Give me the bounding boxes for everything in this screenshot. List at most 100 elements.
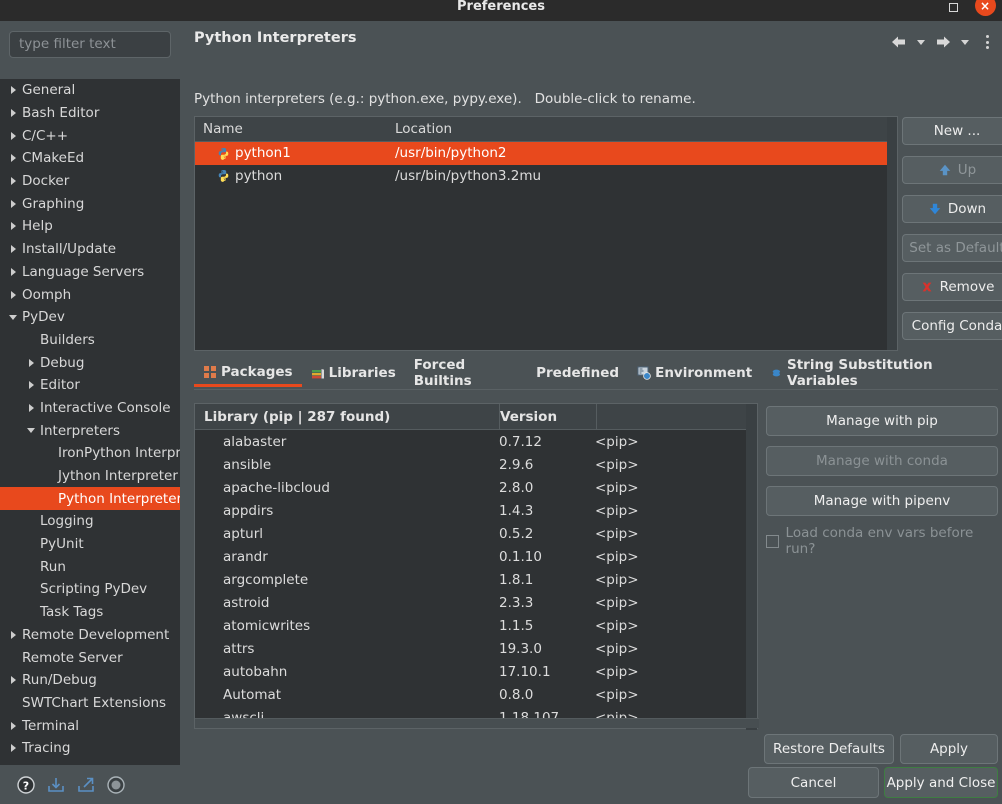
chevron-right-icon[interactable] [6,267,20,276]
chevron-right-icon[interactable] [6,721,20,730]
sidebar-item-run[interactable]: Run [0,555,180,578]
search-input[interactable]: type filter text [9,31,171,58]
chevron-right-icon[interactable] [6,177,20,186]
tab-string-substitution-variables[interactable]: String Substitution Variables [761,357,998,389]
tab-environment[interactable]: Environment [628,359,761,387]
load-conda-env-vars-checkbox[interactable] [766,534,779,548]
sidebar-item-remote-development[interactable]: Remote Development [0,624,180,647]
chevron-right-icon[interactable] [24,403,38,412]
sidebar-item-c-c-[interactable]: C/C++ [0,124,180,147]
sidebar-item-editor[interactable]: Editor [0,374,180,397]
new-button[interactable]: New ... [902,117,1002,145]
sidebar-item-tracing[interactable]: Tracing [0,737,180,760]
sidebar-item-graphing[interactable]: Graphing [0,192,180,215]
sidebar-item-bash-editor[interactable]: Bash Editor [0,102,180,125]
sidebar-item-language-servers[interactable]: Language Servers [0,261,180,284]
chevron-right-icon[interactable] [6,109,20,118]
sidebar-item-terminal[interactable]: Terminal [0,714,180,737]
sidebar-item-cmakeed[interactable]: CMakeEd [0,147,180,170]
chevron-down-icon[interactable] [6,314,20,320]
package-row[interactable]: atomicwrites 1.1.5 <pip> [195,614,748,637]
column-header-name[interactable]: Name [195,121,395,137]
package-row[interactable]: apturl 0.5.2 <pip> [195,522,748,545]
sidebar-item-ironpython-interpreter[interactable]: IronPython Interpreter [0,442,180,465]
package-row[interactable]: ansible 2.9.6 <pip> [195,453,748,476]
forward-button[interactable] [933,31,953,53]
package-source: <pip> [595,479,639,496]
sidebar-item-interactive-console[interactable]: Interactive Console [0,397,180,420]
package-row[interactable]: attrs 19.3.0 <pip> [195,637,748,660]
remove-button[interactable]: Remove [902,273,1002,301]
sidebar-item-builders[interactable]: Builders [0,329,180,352]
sidebar-item-general[interactable]: General [0,79,180,102]
sidebar-item-scripting-pydev[interactable]: Scripting PyDev [0,578,180,601]
package-row[interactable]: apache-libcloud 2.8.0 <pip> [195,476,748,499]
close-button[interactable]: × [968,0,1002,21]
sidebar-item-pyunit[interactable]: PyUnit [0,533,180,556]
package-row[interactable]: astroid 2.3.3 <pip> [195,591,748,614]
interpreter-table[interactable]: Name Location python1/usr/bin/python2 pyt… [194,116,898,351]
sidebar-item-logging[interactable]: Logging [0,510,180,533]
chevron-right-icon[interactable] [6,199,20,208]
tab-predefined[interactable]: Predefined [527,359,628,387]
chevron-right-icon[interactable] [6,676,20,685]
sidebar-item-pydev[interactable]: PyDev [0,306,180,329]
sidebar-item-remote-server[interactable]: Remote Server [0,646,180,669]
sidebar-item-debug[interactable]: Debug [0,351,180,374]
chevron-right-icon[interactable] [6,744,20,753]
chevron-down-icon[interactable] [24,428,38,434]
sidebar-item-label: Tracing [22,740,71,757]
sidebar-item-help[interactable]: Help [0,215,180,238]
packages-table[interactable]: Library (pip | 287 found) Version alabas… [194,403,759,730]
interpreter-row[interactable]: python1/usr/bin/python2 [195,142,897,165]
package-row[interactable]: autobahn 17.10.1 <pip> [195,660,748,683]
sidebar-item-run-debug[interactable]: Run/Debug [0,669,180,692]
chevron-right-icon[interactable] [6,86,20,95]
chevron-right-icon[interactable] [6,222,20,231]
back-dropdown-button[interactable] [911,31,931,53]
package-version: 0.8.0 [499,686,534,703]
sidebar-item-python-interpreter[interactable]: Python Interpreter [0,487,180,511]
back-button[interactable] [889,31,909,53]
column-header-location[interactable]: Location [395,121,452,137]
forward-dropdown-button[interactable] [955,31,975,53]
chevron-right-icon[interactable] [24,358,38,367]
sidebar-item-oomph[interactable]: Oomph [0,283,180,306]
sidebar-item-docker[interactable]: Docker [0,170,180,193]
chevron-right-icon[interactable] [6,290,20,299]
sidebar-item-interpreters[interactable]: Interpreters [0,419,180,442]
config-conda-button[interactable]: Config Conda [902,312,1002,340]
chevron-right-icon[interactable] [6,154,20,163]
sidebar-item-install-update[interactable]: Install/Update [0,238,180,261]
interpreter-row[interactable]: python/usr/bin/python3.2mu [195,165,897,188]
package-row[interactable]: arandr 0.1.10 <pip> [195,545,748,568]
cancel-button[interactable]: Cancel [748,767,879,798]
chevron-right-icon[interactable] [24,381,38,390]
interpreter-scrollbar[interactable] [887,117,897,350]
package-row[interactable]: alabaster 0.7.12 <pip> [195,430,748,453]
column-header-library[interactable]: Library (pip | 287 found) [195,409,499,425]
view-menu-button[interactable] [977,31,997,53]
sidebar-item-swtchart-extensions[interactable]: SWTChart Extensions [0,692,180,715]
sidebar-item-jython-interpreter[interactable]: Jython Interpreter [0,465,180,488]
manage-with-pip-button[interactable]: Manage with pip [766,406,998,436]
package-row[interactable]: appdirs 1.4.3 <pip> [195,499,748,522]
sidebar-item-task-tags[interactable]: Task Tags [0,601,180,624]
chevron-right-icon[interactable] [6,245,20,254]
maximize-button[interactable] [938,0,968,18]
package-row[interactable]: Automat 0.8.0 <pip> [195,683,748,706]
tab-packages[interactable]: Packages [194,359,302,387]
chevron-right-icon[interactable] [6,630,20,639]
chevron-right-icon[interactable] [6,131,20,140]
package-row[interactable]: argcomplete 1.8.1 <pip> [195,568,748,591]
down-button[interactable]: Down [902,195,1002,223]
packages-vertical-scrollbar[interactable] [746,404,757,730]
manage-with-pipenv-button[interactable]: Manage with pipenv [766,486,998,516]
column-header-version[interactable]: Version [500,409,596,425]
apply-and-close-button[interactable]: Apply and Close [884,767,998,798]
restore-defaults-button[interactable]: Restore Defaults [764,734,894,764]
apply-button[interactable]: Apply [900,734,998,764]
tab-forced-builtins[interactable]: Forced Builtins [405,357,527,389]
tab-libraries[interactable]: Libraries [302,359,405,387]
preference-tree[interactable]: General Bash Editor C/C++ CMakeEd Docker Grap… [0,79,180,765]
